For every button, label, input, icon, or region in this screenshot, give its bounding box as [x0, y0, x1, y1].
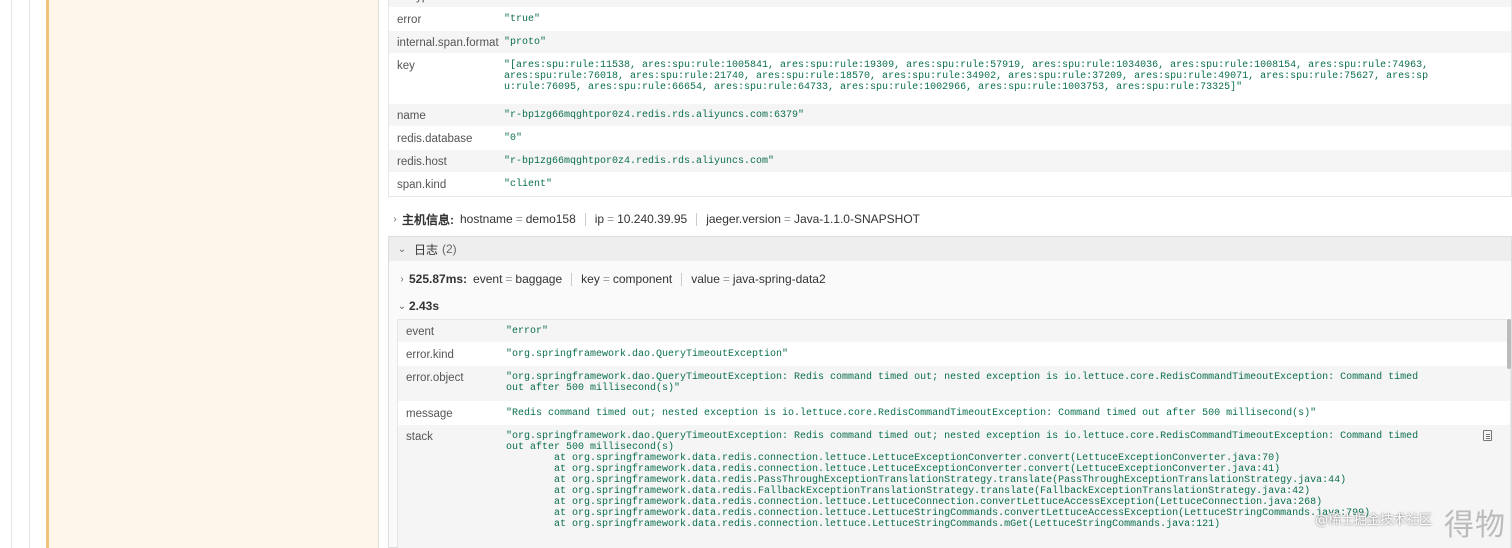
scrollbar[interactable] [1507, 319, 1511, 369]
log-entry-1-pairs: event = baggage key = component value = java-spr… [473, 272, 826, 287]
kv-row: error "true" [389, 8, 1511, 31]
kv-key: error [397, 14, 422, 26]
kv-row: span.kind "client" [389, 173, 1511, 196]
kv-key: message [406, 408, 453, 420]
tags-table: db.type"redis" error "true" internal.span.f… [388, 0, 1512, 197]
equals-sign: = [515, 211, 523, 226]
panel-divider [378, 0, 379, 548]
process-section-header[interactable]: › 主机信息: hostname = demo158 ip = 10.240.39.95 j… [388, 210, 1512, 228]
equals-sign: = [505, 271, 513, 286]
gutter-line [29, 0, 30, 548]
pair-key: key [581, 271, 600, 286]
kv-key: name [397, 110, 426, 122]
kv-value: "org.springframework.dao.QueryTimeoutExc… [506, 372, 1425, 394]
kv-row: redis.database "0" [389, 127, 1511, 150]
kv-row: key "[ares:spu:rule:11538, ares:spu:rule:… [389, 54, 1511, 104]
pair-value: demo158 [525, 211, 576, 226]
log-entry-2-header[interactable]: ⌄ 2.43s [395, 297, 1512, 315]
kv-value: "redis" [504, 0, 1511, 7]
chevron-right-icon: › [393, 213, 397, 225]
span-timeline-panel [46, 0, 378, 548]
chevron-down-icon: ⌄ [397, 243, 407, 255]
kv-value: "proto" [504, 37, 547, 48]
key-value-pair: key = component [581, 272, 672, 286]
kv-value: "0" [504, 133, 523, 144]
kv-key: error.object [406, 372, 464, 384]
kv-key: error.kind [406, 349, 454, 361]
kv-value: "r-bp1zg66mqghtpor0z4.redis.rds.aliyuncs… [504, 110, 805, 121]
divider [681, 273, 683, 287]
pair-key: event [473, 271, 503, 286]
pair-value: java-spring-data2 [732, 271, 826, 286]
copy-icon[interactable] [1483, 430, 1492, 441]
pair-value: 10.240.39.95 [617, 211, 688, 226]
kv-row: name "r-bp1zg66mqghtpor0z4.redis.rds.aliy… [389, 104, 1511, 127]
logs-title: 日志 [414, 242, 439, 257]
key-value-pair: value = java-spring-data2 [691, 272, 825, 286]
kv-value: "[ares:spu:rule:11538, ares:spu:rule:100… [504, 60, 1435, 93]
divider [571, 273, 573, 287]
chevron-down-icon: ⌄ [397, 300, 407, 312]
span-detail: db.type"redis" error "true" internal.span.f… [388, 0, 1512, 548]
kv-row: error.object "org.springframework.dao.Que… [398, 366, 1510, 402]
divider [696, 213, 698, 227]
equals-sign: = [722, 271, 730, 286]
pair-value: baggage [515, 271, 563, 286]
log-entry-2-time: 2.43s [409, 299, 440, 313]
gutter-line [11, 0, 12, 548]
kv-value: "client" [504, 179, 553, 190]
kv-value: "Redis command timed out; nested excepti… [506, 408, 1317, 419]
pair-key: value [691, 271, 720, 286]
process-title: 主机信息: [402, 212, 454, 227]
kv-row: event "error" [398, 320, 1510, 343]
kv-value: "org.springframework.dao.QueryTimeoutExc… [506, 431, 1419, 530]
kv-row: message "Redis command timed out; nested … [398, 402, 1510, 425]
equals-sign: = [783, 211, 791, 226]
pair-key: jaeger.version [706, 211, 781, 226]
pair-value: Java-1.1.0-SNAPSHOT [793, 211, 920, 226]
kv-value: "true" [504, 14, 541, 25]
log-entry-1-header[interactable]: › 525.87ms: event = baggage key = component va… [395, 270, 1512, 288]
pair-key: ip [594, 211, 605, 226]
equals-sign: = [607, 211, 615, 226]
kv-key: span.kind [397, 179, 447, 191]
divider [584, 213, 586, 227]
pair-value: component [612, 271, 673, 286]
pair-key: hostname [460, 211, 513, 226]
key-value-pair: hostname = demo158 [460, 212, 576, 226]
key-value-pair: ip = 10.240.39.95 [595, 212, 687, 226]
kv-row: db.type"redis" [389, 0, 1511, 8]
equals-sign: = [602, 271, 610, 286]
kv-value: "org.springframework.dao.QueryTimeoutExc… [506, 349, 789, 360]
logs-section: ⌄ 日志 (2) › 525.87ms: event = baggage key = co… [388, 236, 1512, 548]
logs-header[interactable]: ⌄ 日志 (2) [389, 237, 1511, 261]
kv-value: "r-bp1zg66mqghtpor0z4.redis.rds.aliyuncs… [504, 156, 775, 167]
kv-key: redis.database [397, 133, 473, 145]
chevron-right-icon: › [400, 273, 404, 285]
kv-key: db.type [389, 0, 504, 7]
kv-key: event [406, 326, 435, 338]
key-value-pair: jaeger.version = Java-1.1.0-SNAPSHOT [706, 212, 920, 226]
kv-row: redis.host "r-bp1zg66mqghtpor0z4.redis.rd… [389, 150, 1511, 173]
key-value-pair: event = baggage [473, 272, 562, 286]
log-entry-1-time: 525.87ms: [409, 272, 468, 286]
kv-key: key [397, 60, 415, 72]
process-pairs: hostname = demo158 ip = 10.240.39.95 jaeger.ve… [460, 212, 920, 227]
kv-row: stack "org.springframework.dao.QueryTimeo… [398, 425, 1510, 548]
kv-row: internal.span.format "proto" [389, 31, 1511, 54]
kv-key: internal.span.format [397, 37, 499, 49]
kv-key: redis.host [397, 156, 447, 168]
kv-key: stack [406, 431, 433, 443]
kv-value: "error" [506, 326, 549, 337]
watermark-logo: 得物 [1444, 508, 1506, 543]
kv-row: error.kind "org.springframework.dao.Query… [398, 343, 1510, 366]
logs-count: (2) [442, 242, 457, 256]
watermark-text: @稀土掘金技术社区 [1314, 513, 1432, 528]
